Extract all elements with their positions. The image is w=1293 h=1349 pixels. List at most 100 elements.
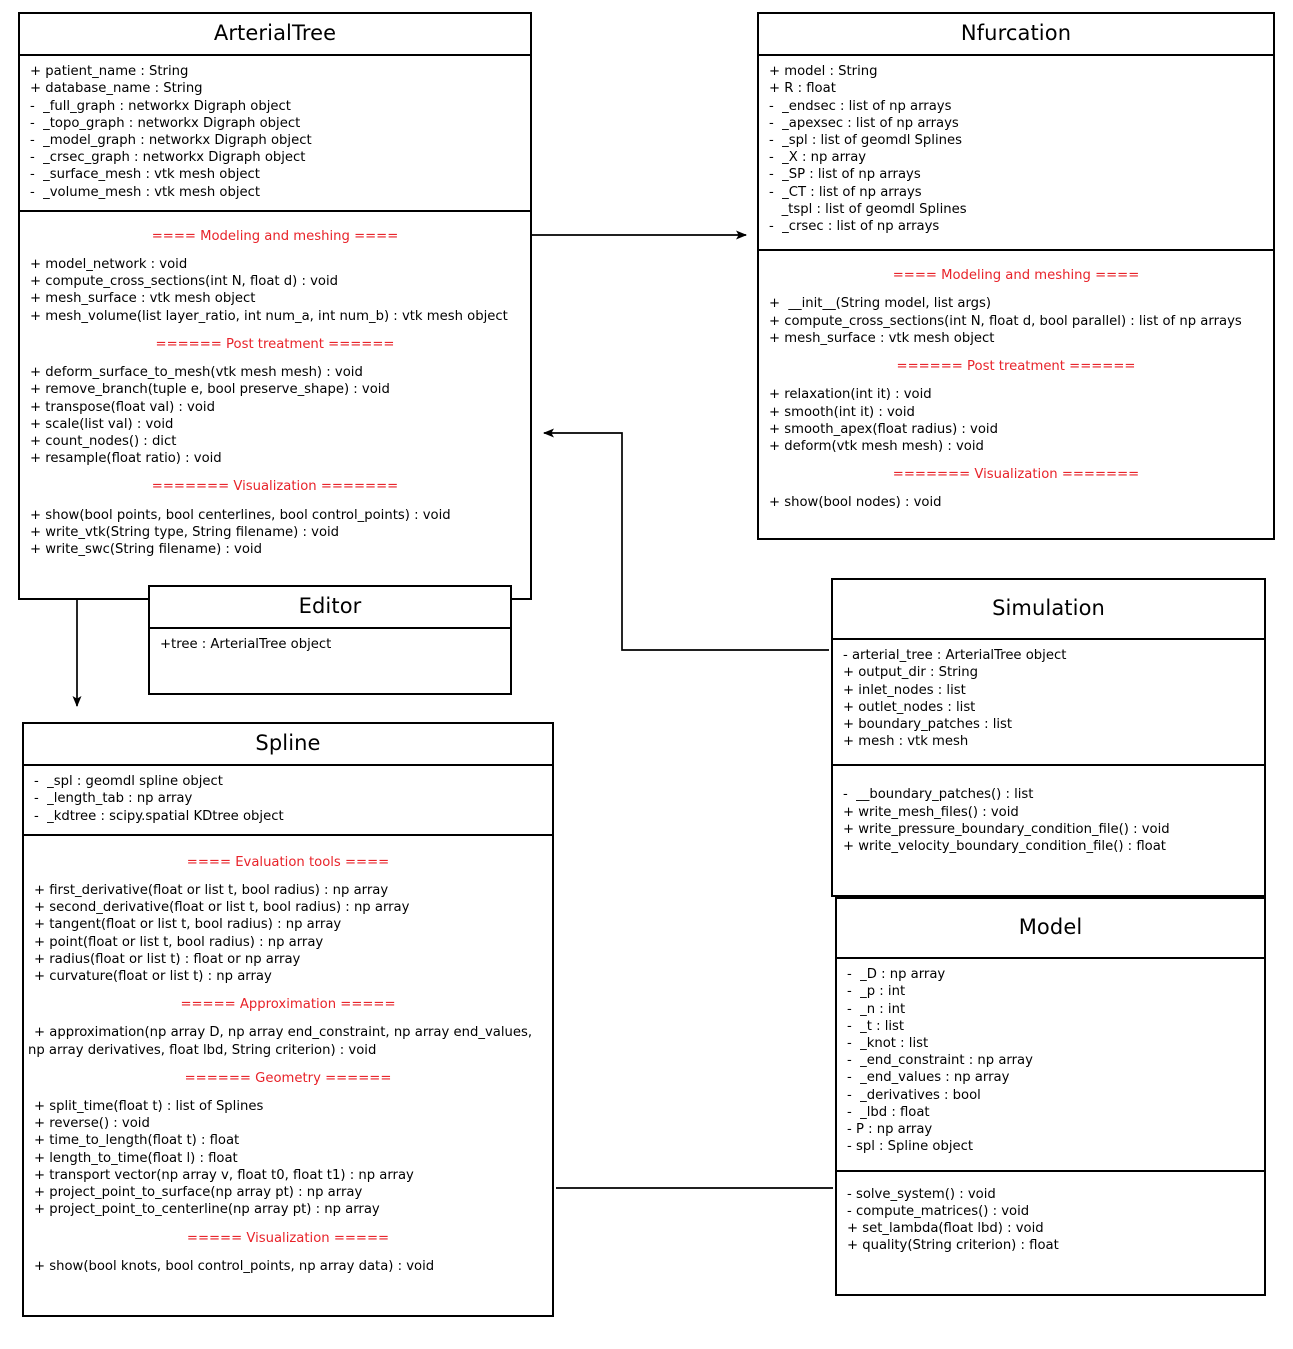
method-row: + show(bool nodes) : void	[769, 495, 942, 511]
methods-compartment: - __boundary_patches() : list + write_me…	[833, 766, 1264, 895]
method-row: + write_velocity_boundary_condition_file…	[843, 839, 1166, 855]
method-row: + resample(float ratio) : void	[30, 451, 222, 467]
attribute-row: - _endsec : list of np arrays	[769, 98, 952, 114]
attribute-row: - _apexsec : list of np arrays	[769, 115, 959, 131]
attribute-row: - _length_tab : np array	[34, 791, 193, 807]
method-row: + show(bool knots, bool control_points, …	[34, 1258, 435, 1274]
attribute-row: - _t : list	[847, 1018, 905, 1034]
section-header: ======= Visualization =======	[892, 467, 1140, 483]
method-row: - __boundary_patches() : list	[843, 787, 1034, 803]
method-row: + radius(float or list t) : float or np …	[34, 951, 301, 967]
method-row: + transport vector(np array v, float t0,…	[34, 1167, 414, 1183]
attribute-row: - _spl : list of geomdl Splines	[769, 133, 962, 149]
attribute-row: + database_name : String	[30, 81, 203, 97]
attributes-compartment: + patient_name : String + database_name …	[20, 56, 530, 212]
class-title-editor: Editor	[150, 587, 510, 630]
method-row: + deform(vtk mesh mesh) : void	[769, 438, 984, 454]
attribute-row: + patient_name : String	[30, 64, 189, 80]
method-row: + project_point_to_centerline(np array p…	[34, 1202, 380, 1218]
attribute-row: - _SP : list of np arrays	[769, 167, 921, 183]
class-spline[interactable]: Spline - _spl : geomdl spline object - _…	[22, 722, 554, 1317]
attribute-row: - _volume_mesh : vtk mesh object	[30, 184, 261, 200]
attribute-row: - _crsec_graph : networkx Digraph object	[30, 150, 306, 166]
method-row: + quality(String criterion) : float	[847, 1238, 1059, 1254]
method-row: + smooth_apex(float radius) : void	[769, 421, 998, 437]
methods-compartment: ==== Modeling and meshing ==== + model_n…	[20, 212, 530, 598]
class-editor[interactable]: Editor +tree : ArterialTree object	[148, 585, 512, 696]
attribute-row: _tspl : list of geomdl Splines	[769, 201, 967, 217]
attribute-row: + model : String	[769, 64, 878, 80]
attribute-row: - arterial_tree : ArterialTree object	[843, 648, 1067, 664]
attribute-row: - _p : int	[847, 984, 906, 1000]
method-row: + write_swc(String filename) : void	[30, 541, 262, 557]
attribute-row: - _surface_mesh : vtk mesh object	[30, 167, 260, 183]
section-header: ====== Geometry ======	[184, 1070, 392, 1086]
attribute-row: - _CT : list of np arrays	[769, 184, 922, 200]
attribute-row: - P : np array	[847, 1122, 933, 1138]
class-title-model: Model	[837, 899, 1264, 960]
method-row: + time_to_length(float t) : float	[34, 1133, 240, 1149]
section-header: ======= Visualization =======	[151, 479, 399, 495]
class-title-arterial-tree: ArterialTree	[20, 14, 530, 57]
method-row: + remove_branch(tuple e, bool preserve_s…	[30, 382, 390, 398]
method-row: + count_nodes() : dict	[30, 433, 177, 449]
class-model[interactable]: Model - _D : np array - _p : int - _n : …	[835, 897, 1266, 1297]
method-row: + curvature(float or list t) : np array	[34, 969, 272, 985]
method-row: + transpose(float val) : void	[30, 399, 215, 415]
method-row: + second_derivative(float or list t, boo…	[34, 900, 410, 916]
methods-compartment: - solve_system() : void - compute_matric…	[837, 1172, 1264, 1295]
attribute-row: - _full_graph : networkx Digraph object	[30, 98, 291, 114]
class-title-spline: Spline	[24, 724, 552, 767]
method-row: + relaxation(int it) : void	[769, 387, 932, 403]
method-row: + smooth(int it) : void	[769, 404, 915, 420]
attribute-row: +tree : ArterialTree object	[160, 637, 332, 653]
section-header: ==== Modeling and meshing ====	[892, 268, 1140, 284]
attribute-row: + inlet_nodes : list	[843, 682, 966, 698]
attribute-row: + boundary_patches : list	[843, 717, 1013, 733]
method-row: + mesh_volume(list layer_ratio, int num_…	[30, 308, 508, 324]
attribute-row: - _model_graph : networkx Digraph object	[30, 133, 312, 149]
method-row: + reverse() : void	[34, 1116, 150, 1132]
method-row: - solve_system() : void	[847, 1186, 996, 1202]
section-header: ====== Post treatment ======	[896, 359, 1136, 375]
attribute-row: - _D : np array	[847, 967, 946, 983]
method-row: + approximation(np array D, np array end…	[28, 1025, 537, 1058]
class-nfurcation[interactable]: Nfurcation + model : String + R : float …	[757, 12, 1275, 540]
attribute-row: - _n : int	[847, 1001, 906, 1017]
method-row: + first_derivative(float or list t, bool…	[34, 882, 389, 898]
attribute-row: - _spl : geomdl spline object	[34, 774, 223, 790]
method-row: + set_lambda(float lbd) : void	[847, 1220, 1044, 1236]
section-header: ===== Approximation =====	[180, 997, 396, 1013]
attributes-compartment: + model : String + R : float - _endsec :…	[759, 56, 1273, 252]
attribute-row: - spl : Spline object	[847, 1139, 974, 1155]
attribute-row: - _knot : list	[847, 1036, 929, 1052]
method-row: + write_pressure_boundary_condition_file…	[843, 821, 1170, 837]
method-row: + length_to_time(float l) : float	[34, 1150, 238, 1166]
attribute-row: - _end_values : np array	[847, 1070, 1010, 1086]
class-title-nfurcation: Nfurcation	[759, 14, 1273, 57]
method-row: + project_point_to_surface(np array pt) …	[34, 1185, 363, 1201]
attribute-row: + outlet_nodes : list	[843, 699, 976, 715]
attribute-row: + output_dir : String	[843, 665, 978, 681]
attribute-row: - _kdtree : scipy.spatial KDtree object	[34, 808, 284, 824]
method-row: + show(bool points, bool centerlines, bo…	[30, 507, 451, 523]
attribute-row: - _crsec : list of np arrays	[769, 219, 940, 235]
attributes-compartment: - _spl : geomdl spline object - _length_…	[24, 766, 552, 836]
attribute-row: - _X : np array	[769, 150, 867, 166]
attribute-row: - _derivatives : bool	[847, 1087, 981, 1103]
method-row: + tangent(float or list t, bool radius) …	[34, 917, 342, 933]
method-row: + mesh_surface : vtk mesh object	[30, 291, 256, 307]
section-header: ====== Post treatment ======	[155, 336, 395, 352]
class-title-simulation: Simulation	[833, 580, 1264, 641]
method-row: + split_time(float t) : list of Splines	[34, 1099, 264, 1115]
method-row: + scale(list val) : void	[30, 416, 174, 432]
method-row: + model_network : void	[30, 257, 188, 273]
class-arterial-tree[interactable]: ArterialTree + patient_name : String + d…	[18, 12, 532, 601]
attribute-row: - _lbd : float	[847, 1104, 930, 1120]
methods-compartment: ==== Evaluation tools ==== + first_deriv…	[24, 836, 552, 1315]
class-simulation[interactable]: Simulation - arterial_tree : ArterialTre…	[831, 578, 1266, 898]
attribute-row: + R : float	[769, 81, 836, 97]
attributes-compartment: - arterial_tree : ArterialTree object + …	[833, 640, 1264, 767]
attribute-row: - _topo_graph : networkx Digraph object	[30, 115, 301, 131]
attributes-compartment: - _D : np array - _p : int - _n : int - …	[837, 959, 1264, 1172]
